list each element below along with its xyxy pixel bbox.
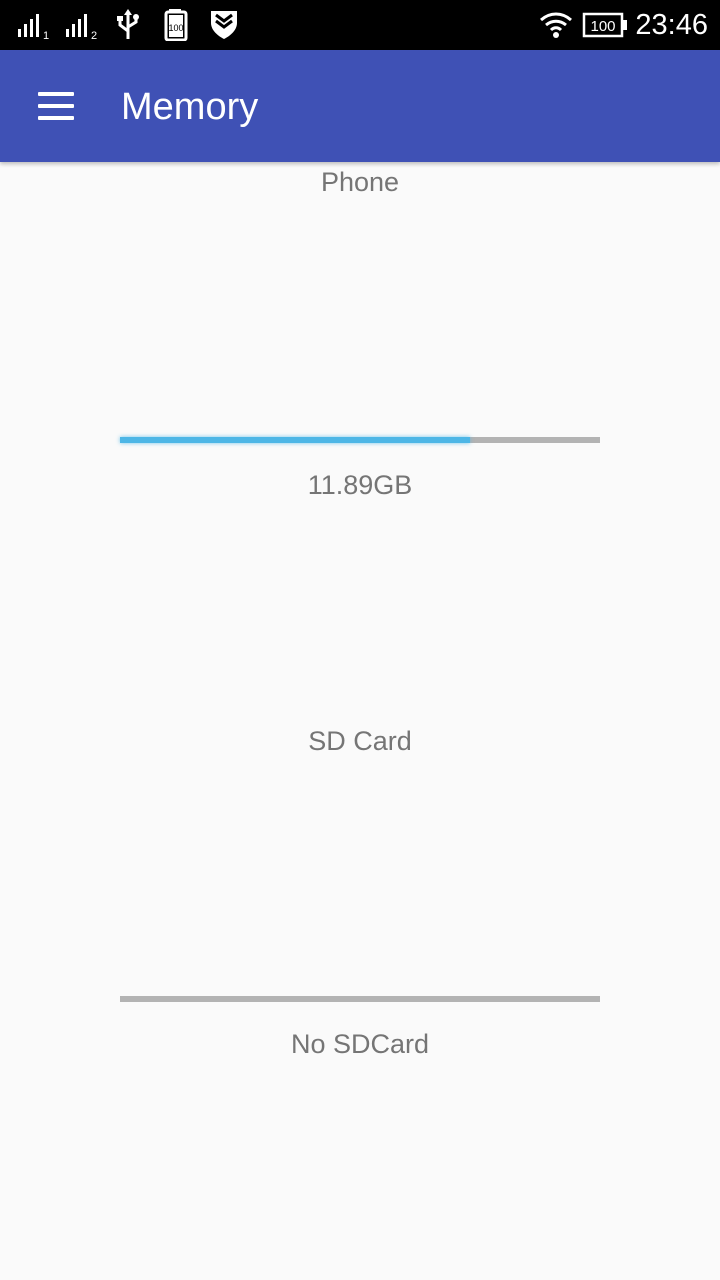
wifi-icon: [540, 12, 572, 38]
phone-storage-label: Phone: [320, 167, 400, 197]
signal-sim1-icon: 1: [18, 14, 49, 41]
page-title: Memory: [121, 86, 259, 128]
sim1-label: 1: [43, 30, 49, 41]
phone-storage-progress: [120, 437, 600, 443]
sdcard-storage-label: SD Card: [308, 726, 412, 756]
app-bar: Memory: [0, 50, 720, 162]
sdcard-storage-progress: [120, 996, 600, 1002]
shield-icon: [211, 11, 237, 39]
battery-icon: 100: [582, 12, 627, 38]
hamburger-menu-icon[interactable]: [26, 80, 86, 132]
signal-sim2-icon: 2: [66, 14, 97, 41]
sim2-label: 2: [91, 30, 97, 41]
battery-saver-icon: 100: [164, 9, 188, 41]
status-time: 23:46: [635, 9, 708, 41]
phone-storage-progress-fill: [120, 437, 471, 443]
phone-storage-value: 11.89GB: [307, 470, 413, 500]
sdcard-storage-value: No SDCard: [290, 1029, 430, 1059]
battery-level: 100: [590, 18, 615, 35]
storage-badge: 100: [168, 23, 183, 33]
status-bar: 1 2 100 100 23:46: [0, 0, 720, 50]
usb-icon: [117, 9, 139, 39]
